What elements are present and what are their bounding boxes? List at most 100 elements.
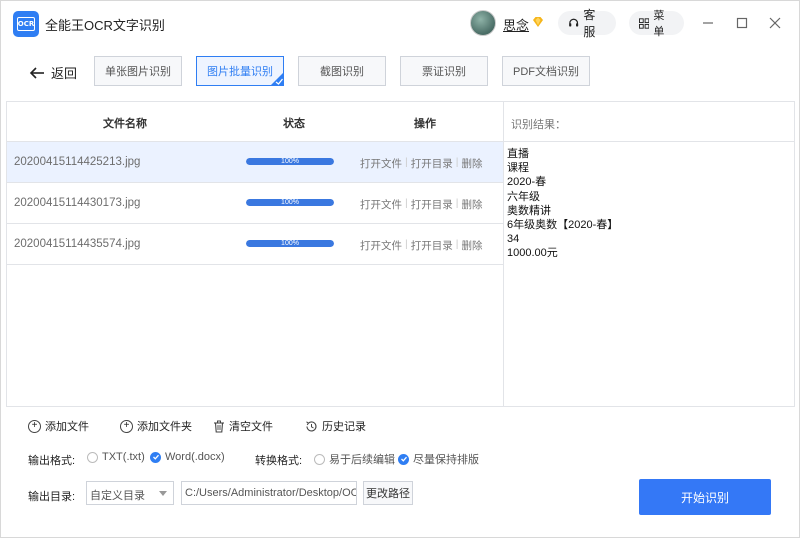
radio-unchecked-icon: [87, 451, 98, 463]
minimize-button[interactable]: [698, 13, 718, 33]
separator: |: [405, 156, 408, 168]
open-dir-link[interactable]: 打开目录: [411, 156, 453, 171]
delete-link[interactable]: 删除: [461, 197, 482, 212]
result-text-area[interactable]: 直播 课程 2020-春 六年级 奥数精讲 6年级奥数【2020-春】 34 1…: [507, 147, 618, 261]
result-header: 识别结果：: [504, 102, 794, 142]
vip-diamond-icon: [533, 17, 543, 27]
maximize-icon: [736, 17, 748, 29]
open-file-link[interactable]: 打开文件: [360, 156, 402, 171]
open-dir-link[interactable]: 打开目录: [411, 238, 453, 253]
grid-menu-icon: [639, 17, 650, 29]
result-line: 34: [507, 233, 520, 246]
app-logo-icon: OCR: [13, 11, 39, 37]
checkmark-corner-icon: [270, 72, 284, 86]
app-window: OCR 全能王OCR文字识别 思念 客服 菜单 返回 单张图片识别 图片批量识别…: [0, 0, 800, 538]
tab-label: 票证识别: [422, 66, 466, 78]
open-dir-link[interactable]: 打开目录: [411, 197, 453, 212]
add-folder-label: 添加文件夹: [137, 421, 192, 433]
radio-unchecked-icon: [314, 453, 325, 465]
table-row[interactable]: 20200415114435574.jpg 100% 打开文件 | 打开目录 | 删…: [7, 224, 503, 265]
format-word-radio[interactable]: Word(.docx): [150, 451, 225, 463]
app-title: 全能王OCR文字识别: [45, 18, 165, 33]
history-label: 历史记录: [322, 421, 366, 433]
trash-icon: [214, 420, 224, 433]
row-actions: 打开文件 | 打开目录 | 删除: [360, 197, 482, 212]
column-status: 状态: [283, 118, 305, 130]
tab-certificate[interactable]: 票证识别: [400, 56, 488, 86]
row-actions: 打开文件 | 打开目录 | 删除: [360, 238, 482, 253]
delete-link[interactable]: 删除: [461, 238, 482, 253]
result-line: 2020-春: [507, 176, 547, 189]
delete-link[interactable]: 删除: [461, 156, 482, 171]
file-name: 20200415114430173.jpg: [14, 197, 141, 209]
result-line: 6年级奥数【2020-春】: [507, 219, 619, 232]
open-file-link[interactable]: 打开文件: [360, 197, 402, 212]
add-folder-button[interactable]: + 添加文件夹: [120, 418, 192, 434]
headset-icon: [569, 18, 579, 27]
username-link[interactable]: 思念: [503, 15, 529, 34]
clear-files-button[interactable]: 清空文件: [213, 418, 273, 434]
format-txt-radio[interactable]: TXT(.txt): [87, 451, 145, 463]
radio-checked-icon: [398, 453, 409, 465]
file-name: 20200415114435574.jpg: [14, 238, 141, 250]
change-path-button[interactable]: 更改路径: [363, 481, 413, 505]
separator: |: [455, 156, 459, 168]
avatar[interactable]: [470, 10, 496, 36]
tab-batch-image[interactable]: 图片批量识别: [196, 56, 284, 86]
dir-mode-select[interactable]: 自定义目录: [86, 481, 174, 505]
back-label: 返回: [51, 66, 78, 81]
table-row[interactable]: 20200415114430173.jpg 100% 打开文件 | 打开目录 | 删…: [7, 183, 503, 224]
separator: |: [455, 238, 459, 250]
app-logo-text: OCR: [17, 17, 35, 31]
format-txt-label: TXT(.txt): [102, 451, 145, 463]
progress-text: 100%: [281, 199, 299, 206]
history-button[interactable]: 历史记录: [305, 418, 366, 434]
result-panel: 识别结果： 直播 课程 2020-春 六年级 奥数精讲 6年级奥数【2020-春…: [503, 101, 795, 407]
convert-format-label: 转换格式:: [255, 455, 303, 467]
close-icon: [769, 17, 781, 29]
close-button[interactable]: [765, 13, 785, 33]
plus-circle-icon: +: [120, 419, 133, 433]
arrow-left-icon: [29, 66, 44, 79]
tab-single-image[interactable]: 单张图片识别: [94, 56, 182, 86]
convert-keep-layout-radio[interactable]: 尽量保持排版: [398, 451, 479, 467]
format-word-label: Word(.docx): [165, 451, 225, 463]
output-format-label: 输出格式:: [28, 455, 76, 467]
dir-path-input[interactable]: C:/Users/Administrator/Desktop/OC: [181, 481, 357, 505]
menu-label: 菜单: [653, 10, 665, 38]
maximize-button[interactable]: [732, 13, 752, 33]
result-line: 1000.00元: [507, 247, 558, 260]
file-name: 20200415114425213.jpg: [14, 156, 141, 168]
minimize-icon: [703, 22, 713, 24]
table-row[interactable]: 20200415114425213.jpg 100% 打开文件 | 打开目录 | 删…: [7, 142, 503, 183]
result-line: 奥数精讲: [507, 204, 551, 217]
title-bar: OCR 全能王OCR文字识别 思念 客服 菜单: [1, 1, 799, 45]
tab-label: 截图识别: [320, 66, 364, 78]
add-file-button[interactable]: + 添加文件: [28, 418, 89, 434]
separator: |: [405, 238, 408, 250]
open-file-link[interactable]: 打开文件: [360, 238, 402, 253]
chevron-down-icon: [159, 491, 167, 496]
plus-circle-icon: +: [28, 419, 41, 433]
menu-button[interactable]: 菜单: [629, 10, 684, 38]
separator: |: [455, 197, 459, 209]
column-actions: 操作: [414, 118, 436, 130]
convert-easy-edit-label: 易于后续编辑: [329, 454, 395, 466]
result-line: 六年级: [507, 190, 540, 203]
tab-screenshot[interactable]: 截图识别: [298, 56, 386, 86]
row-actions: 打开文件 | 打开目录 | 删除: [360, 156, 482, 171]
back-button[interactable]: 返回: [29, 63, 77, 82]
tab-pdf[interactable]: PDF文档识别: [502, 56, 590, 86]
history-clock-icon: [306, 420, 317, 432]
table-header: 文件名称 状态 操作: [7, 102, 503, 142]
tab-label: 单张图片识别: [105, 66, 171, 78]
add-file-label: 添加文件: [45, 421, 89, 433]
service-button[interactable]: 客服: [558, 8, 616, 39]
convert-easy-edit-radio[interactable]: 易于后续编辑: [314, 451, 395, 467]
file-table: 文件名称 状态 操作 20200415114425213.jpg 100% 打开…: [6, 101, 503, 407]
start-recognition-button[interactable]: 开始识别: [639, 479, 771, 515]
output-dir-label: 输出目录:: [28, 491, 76, 503]
column-filename: 文件名称: [103, 118, 147, 130]
radio-checked-icon: [150, 451, 161, 463]
dir-mode-value: 自定义目录: [90, 490, 145, 502]
